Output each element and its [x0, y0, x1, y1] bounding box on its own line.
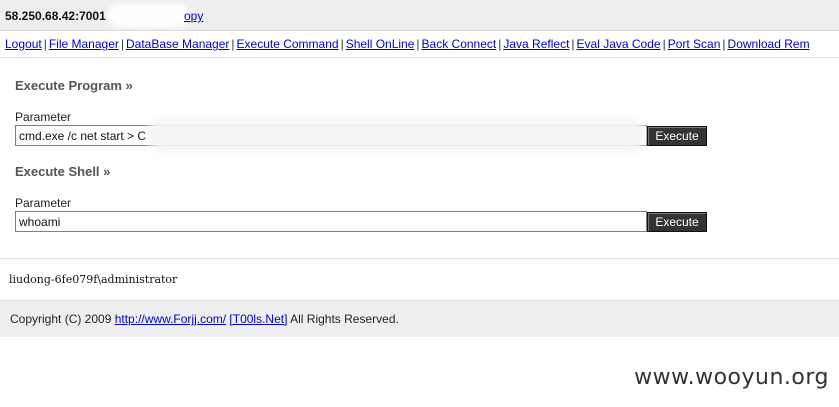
execute-shell-input[interactable]	[15, 211, 647, 232]
nav-separator: |	[498, 37, 502, 51]
execute-shell-button[interactable]: Execute	[647, 212, 707, 232]
execute-shell-title: Execute Shell »	[15, 164, 111, 179]
top-bar: 58.250.68.42:7001 opy	[0, 0, 839, 31]
host-address: 58.250.68.42:7001	[5, 9, 106, 23]
redacted-blur	[148, 119, 646, 151]
nav-separator: |	[571, 37, 575, 51]
execute-shell-param-label: Parameter	[15, 196, 72, 210]
nav-shell-online[interactable]: Shell OnLine	[346, 37, 415, 51]
nav-separator: |	[231, 37, 235, 51]
nav-database-manager[interactable]: DataBase Manager	[126, 37, 229, 51]
nav-separator: |	[120, 37, 124, 51]
nav-back-connect[interactable]: Back Connect	[422, 37, 497, 51]
copy-link[interactable]: opy	[184, 9, 203, 23]
forjj-link[interactable]: http://www.Forjj.com/	[115, 312, 226, 326]
footer: Copyright (C) 2009 http://www.Forjj.com/…	[0, 300, 839, 337]
nav-separator: |	[662, 37, 666, 51]
watermark: www.wooyun.org	[634, 365, 829, 390]
rights-text: All Rights Reserved.	[287, 312, 399, 326]
nav-separator: |	[416, 37, 420, 51]
execute-program-button[interactable]: Execute	[647, 126, 707, 146]
nav-logout[interactable]: Logout	[5, 37, 42, 51]
nav-separator: |	[722, 37, 726, 51]
execute-program-title: Execute Program »	[15, 78, 133, 93]
execute-program-param-label: Parameter	[15, 110, 72, 124]
nav-bar: Logout | File Manager | DataBase Manager | Exe…	[0, 31, 839, 58]
nav-separator: |	[43, 37, 47, 51]
nav-execute-command[interactable]: Execute Command	[237, 37, 339, 51]
nav-file-manager[interactable]: File Manager	[49, 37, 119, 51]
copyright-text: Copyright (C) 2009	[10, 312, 115, 326]
nav-port-scan[interactable]: Port Scan	[668, 37, 721, 51]
nav-eval-java-code[interactable]: Eval Java Code	[577, 37, 661, 51]
command-output: liudong-6fe079f\administrator	[9, 273, 178, 286]
redacted-blur	[108, 3, 190, 27]
nav-java-reflect[interactable]: Java Reflect	[503, 37, 569, 51]
footer-text: Copyright (C) 2009 http://www.Forjj.com/…	[10, 312, 399, 326]
divider	[0, 258, 839, 259]
nav-separator: |	[340, 37, 344, 51]
nav-links: Logout | File Manager | DataBase Manager | Exe…	[5, 37, 810, 51]
nav-download-remote[interactable]: Download Rem	[728, 37, 810, 51]
t00ls-link[interactable]: [T00ls.Net]	[229, 312, 287, 326]
